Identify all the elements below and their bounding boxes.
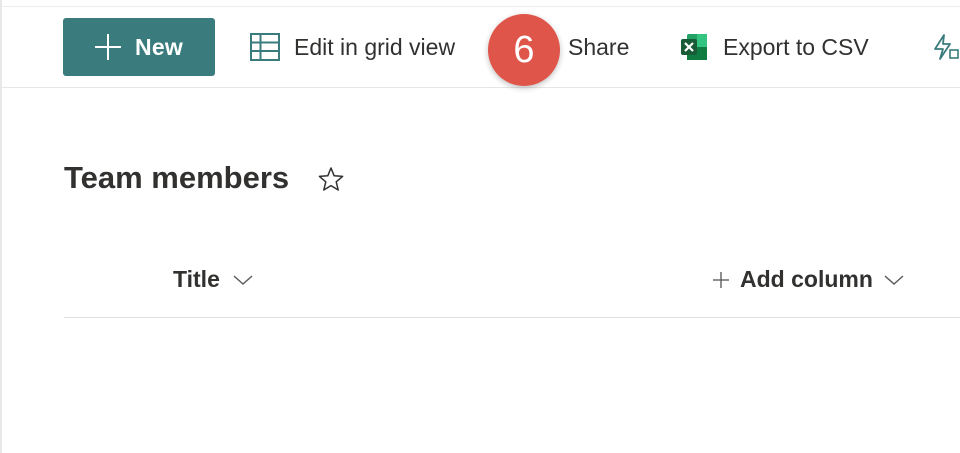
grid-icon — [250, 33, 280, 61]
column-header-row: Title Add column — [64, 250, 960, 318]
chevron-down-icon — [233, 274, 253, 285]
share-label: Share — [568, 33, 630, 60]
plus-icon — [713, 271, 729, 288]
automate-button[interactable] — [930, 18, 960, 76]
add-column-label: Add column — [740, 266, 873, 292]
edit-grid-view-button[interactable]: Edit in grid view — [250, 18, 455, 76]
list-title: Team members — [64, 160, 290, 195]
plus-icon — [95, 34, 122, 60]
chevron-down-icon — [884, 274, 904, 285]
edit-grid-view-label: Edit in grid view — [294, 33, 456, 60]
export-csv-button[interactable]: Export to CSV — [679, 18, 869, 76]
command-bar: New Edit in grid view 6 Share Export to … — [2, 7, 960, 88]
excel-icon — [681, 34, 707, 60]
app-frame: New Edit in grid view 6 Share Export to … — [0, 0, 960, 453]
flow-icon — [934, 34, 959, 60]
step-number-badge: 6 — [488, 14, 560, 86]
export-csv-label: Export to CSV — [723, 33, 869, 60]
share-button[interactable]: Share — [568, 18, 629, 76]
new-button[interactable]: New — [63, 18, 215, 76]
column-header-title[interactable]: Title — [173, 266, 254, 293]
favorite-star-icon[interactable] — [318, 166, 344, 192]
column-title-label: Title — [173, 266, 220, 292]
new-button-label: New — [135, 33, 183, 60]
add-column-button[interactable]: Add column — [712, 266, 905, 293]
